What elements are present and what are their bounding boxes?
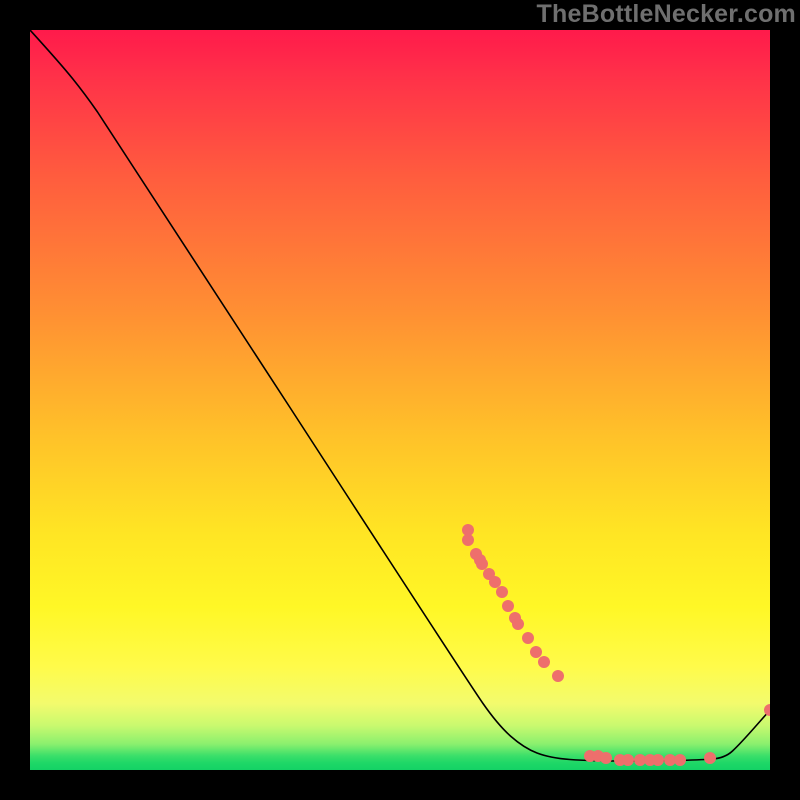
data-point (476, 558, 488, 570)
data-point (522, 632, 534, 644)
data-point (530, 646, 542, 658)
data-point (462, 534, 474, 546)
chart-svg (30, 30, 770, 770)
data-point (674, 754, 686, 766)
watermark-text: TheBottleNecker.com (537, 0, 796, 29)
data-points (462, 524, 770, 766)
bottleneck-curve (30, 30, 770, 761)
data-point (764, 704, 770, 716)
data-point (489, 576, 501, 588)
data-point (496, 586, 508, 598)
data-point (622, 754, 634, 766)
data-point (652, 754, 664, 766)
chart-canvas: TheBottleNecker.com (0, 0, 800, 800)
data-point (502, 600, 514, 612)
data-point (538, 656, 550, 668)
data-point (512, 618, 524, 630)
data-point (552, 670, 564, 682)
data-point (704, 752, 716, 764)
plot-area (30, 30, 770, 770)
data-point (600, 752, 612, 764)
